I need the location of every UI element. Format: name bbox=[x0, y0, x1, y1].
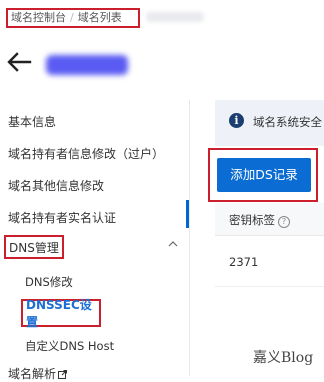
info-banner: i 域名系统安全 bbox=[215, 100, 324, 146]
sidebar-item-domain-resolve-label: 域名解析 bbox=[8, 367, 57, 381]
back-arrow-icon[interactable] bbox=[6, 50, 32, 74]
column-header-key-tag: 密钥标签? bbox=[229, 212, 290, 228]
breadcrumb-separator: / bbox=[70, 11, 74, 24]
redacted-page-title bbox=[46, 55, 128, 75]
sidebar-item-other-info[interactable]: 域名其他信息修改 bbox=[8, 178, 104, 194]
sidebar-item-holder-change[interactable]: 域名持有者信息修改（过户） bbox=[8, 146, 164, 162]
add-ds-highlight: 添加DS记录 bbox=[208, 148, 318, 202]
sidebar-item-domain-resolve[interactable]: 域名解析 bbox=[8, 366, 68, 382]
sidebar-item-dnssec[interactable]: DNSSEC设置 bbox=[21, 298, 101, 329]
sidebar-nav: 基本信息 域名持有者信息修改（过户） 域名其他信息修改 域名持有者实名认证 DN… bbox=[0, 100, 190, 381]
help-icon[interactable]: ? bbox=[278, 216, 290, 228]
sidebar-group-label: DNS管理 bbox=[9, 240, 59, 255]
sidebar-group-dns-management[interactable]: DNS管理 bbox=[4, 235, 64, 259]
breadcrumb-console-link[interactable]: 域名控制台 bbox=[11, 10, 66, 26]
active-nav-indicator bbox=[186, 200, 189, 228]
info-icon: i bbox=[229, 113, 244, 128]
add-ds-record-button[interactable]: 添加DS记录 bbox=[217, 158, 311, 192]
chevron-up-icon[interactable] bbox=[168, 240, 178, 248]
breadcrumb-domain-list-link[interactable]: 域名列表 bbox=[78, 10, 122, 26]
breadcrumb: 域名控制台 / 域名列表 bbox=[6, 8, 140, 28]
external-link-icon bbox=[58, 370, 68, 379]
sidebar-item-custom-dns-host[interactable]: 自定义DNS Host bbox=[25, 338, 114, 354]
sidebar-item-basic-info[interactable]: 基本信息 bbox=[8, 114, 56, 130]
column-header-label: 密钥标签 bbox=[229, 213, 275, 227]
sidebar-item-dns-modify[interactable]: DNS修改 bbox=[25, 274, 73, 290]
sidebar-item-real-name[interactable]: 域名持有者实名认证 bbox=[8, 210, 116, 226]
watermark: 嘉义Blog bbox=[253, 350, 314, 366]
sidebar-item-dnssec-label: DNSSEC设置 bbox=[26, 298, 92, 329]
table-row: 2371 bbox=[215, 240, 324, 287]
key-tag-value: 2371 bbox=[229, 255, 259, 269]
info-banner-text: 域名系统安全 bbox=[253, 115, 322, 129]
table-header: 密钥标签? bbox=[215, 203, 324, 236]
redacted-breadcrumb-domain bbox=[146, 12, 204, 22]
